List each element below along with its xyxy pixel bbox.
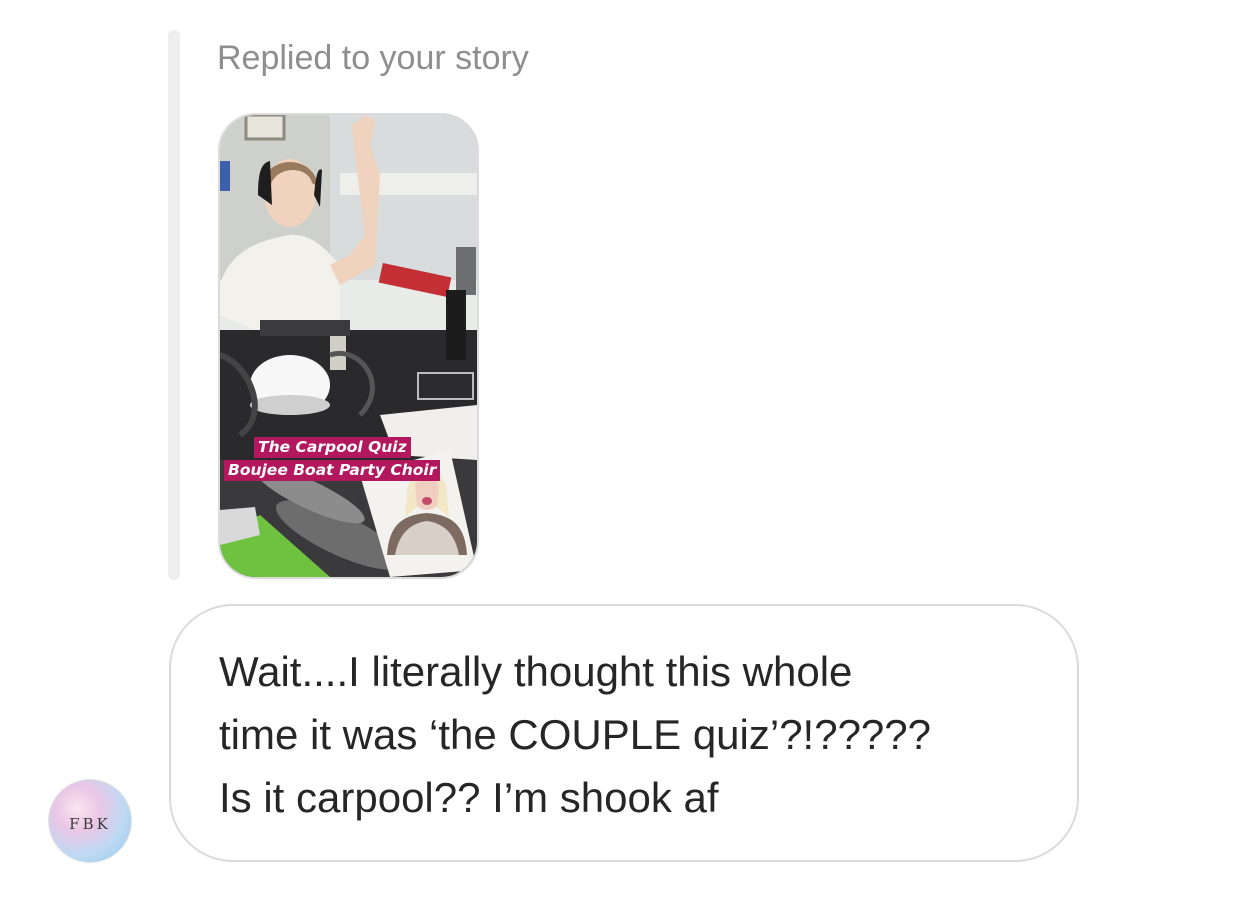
- sender-avatar[interactable]: FBK: [48, 779, 132, 863]
- story-caption-line-1: The Carpool Quiz: [254, 437, 411, 458]
- avatar-initials: FBK: [69, 815, 111, 833]
- story-thumbnail[interactable]: The Carpool Quiz Boujee Boat Party Choir: [218, 113, 479, 579]
- story-caption-line-2: Boujee Boat Party Choir: [224, 460, 441, 481]
- reply-indicator-bar: [168, 30, 180, 580]
- message-text: Wait....I literally thought this whole t…: [219, 648, 932, 821]
- message-bubble[interactable]: Wait....I literally thought this whole t…: [169, 604, 1079, 862]
- story-caption: The Carpool Quiz Boujee Boat Party Choir: [224, 437, 477, 481]
- reply-context-label: Replied to your story: [217, 39, 529, 77]
